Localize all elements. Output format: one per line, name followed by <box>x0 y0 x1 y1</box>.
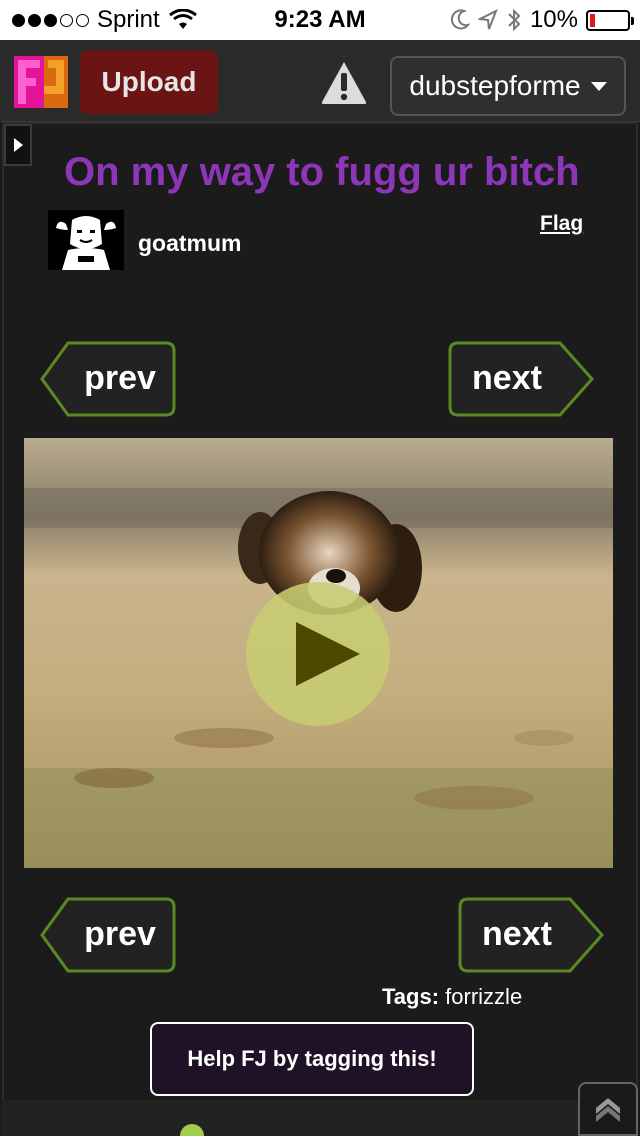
prev-button-bottom[interactable]: prev <box>38 896 178 974</box>
post-title: On my way to fugg ur bitch <box>64 150 580 194</box>
next-label: next <box>482 915 552 953</box>
prev-label: prev <box>84 359 156 397</box>
chevrons-up-icon <box>596 1098 620 1122</box>
user-menu-dropdown[interactable]: dubstepforme <box>390 56 626 116</box>
status-bar: Sprint 9:23 AM 10% <box>0 0 640 40</box>
author-avatar[interactable] <box>48 210 124 270</box>
footer-strip <box>2 1100 638 1136</box>
site-header: Upload dubstepforme <box>0 40 640 122</box>
status-right: 10% <box>450 6 634 34</box>
battery-icon <box>586 9 634 31</box>
sidebar-toggle[interactable] <box>4 124 32 166</box>
expand-arrow-icon <box>13 138 23 152</box>
funnyjunk-logo[interactable] <box>14 56 68 108</box>
caret-down-icon <box>590 81 607 91</box>
bluetooth-icon <box>508 8 521 32</box>
prev-label: prev <box>84 915 156 953</box>
play-icon[interactable] <box>246 582 390 726</box>
next-label: next <box>472 359 542 397</box>
author-username[interactable]: goatmum <box>138 230 242 257</box>
location-arrow-icon <box>477 9 498 30</box>
upload-button[interactable]: Upload <box>80 50 218 114</box>
alert-icon[interactable] <box>320 60 368 106</box>
user-menu-label: dubstepforme <box>409 70 581 101</box>
help-tagging-button[interactable]: Help FJ by tagging this! <box>150 1022 474 1096</box>
page: Sprint 9:23 AM 10% Upload dubstepforme O… <box>0 0 640 1136</box>
battery-percent: 10% <box>529 6 578 33</box>
next-button-bottom[interactable]: next <box>456 896 606 974</box>
tags-line: Tags: forrizzle <box>382 984 522 1010</box>
next-button-top[interactable]: next <box>446 340 596 418</box>
tag-link[interactable]: forrizzle <box>445 984 522 1009</box>
prev-button-top[interactable]: prev <box>38 340 178 418</box>
moon-icon <box>450 9 470 30</box>
scroll-to-top-button[interactable] <box>578 1082 638 1136</box>
flag-link[interactable]: Flag <box>540 212 583 236</box>
tags-label: Tags: <box>382 984 440 1009</box>
